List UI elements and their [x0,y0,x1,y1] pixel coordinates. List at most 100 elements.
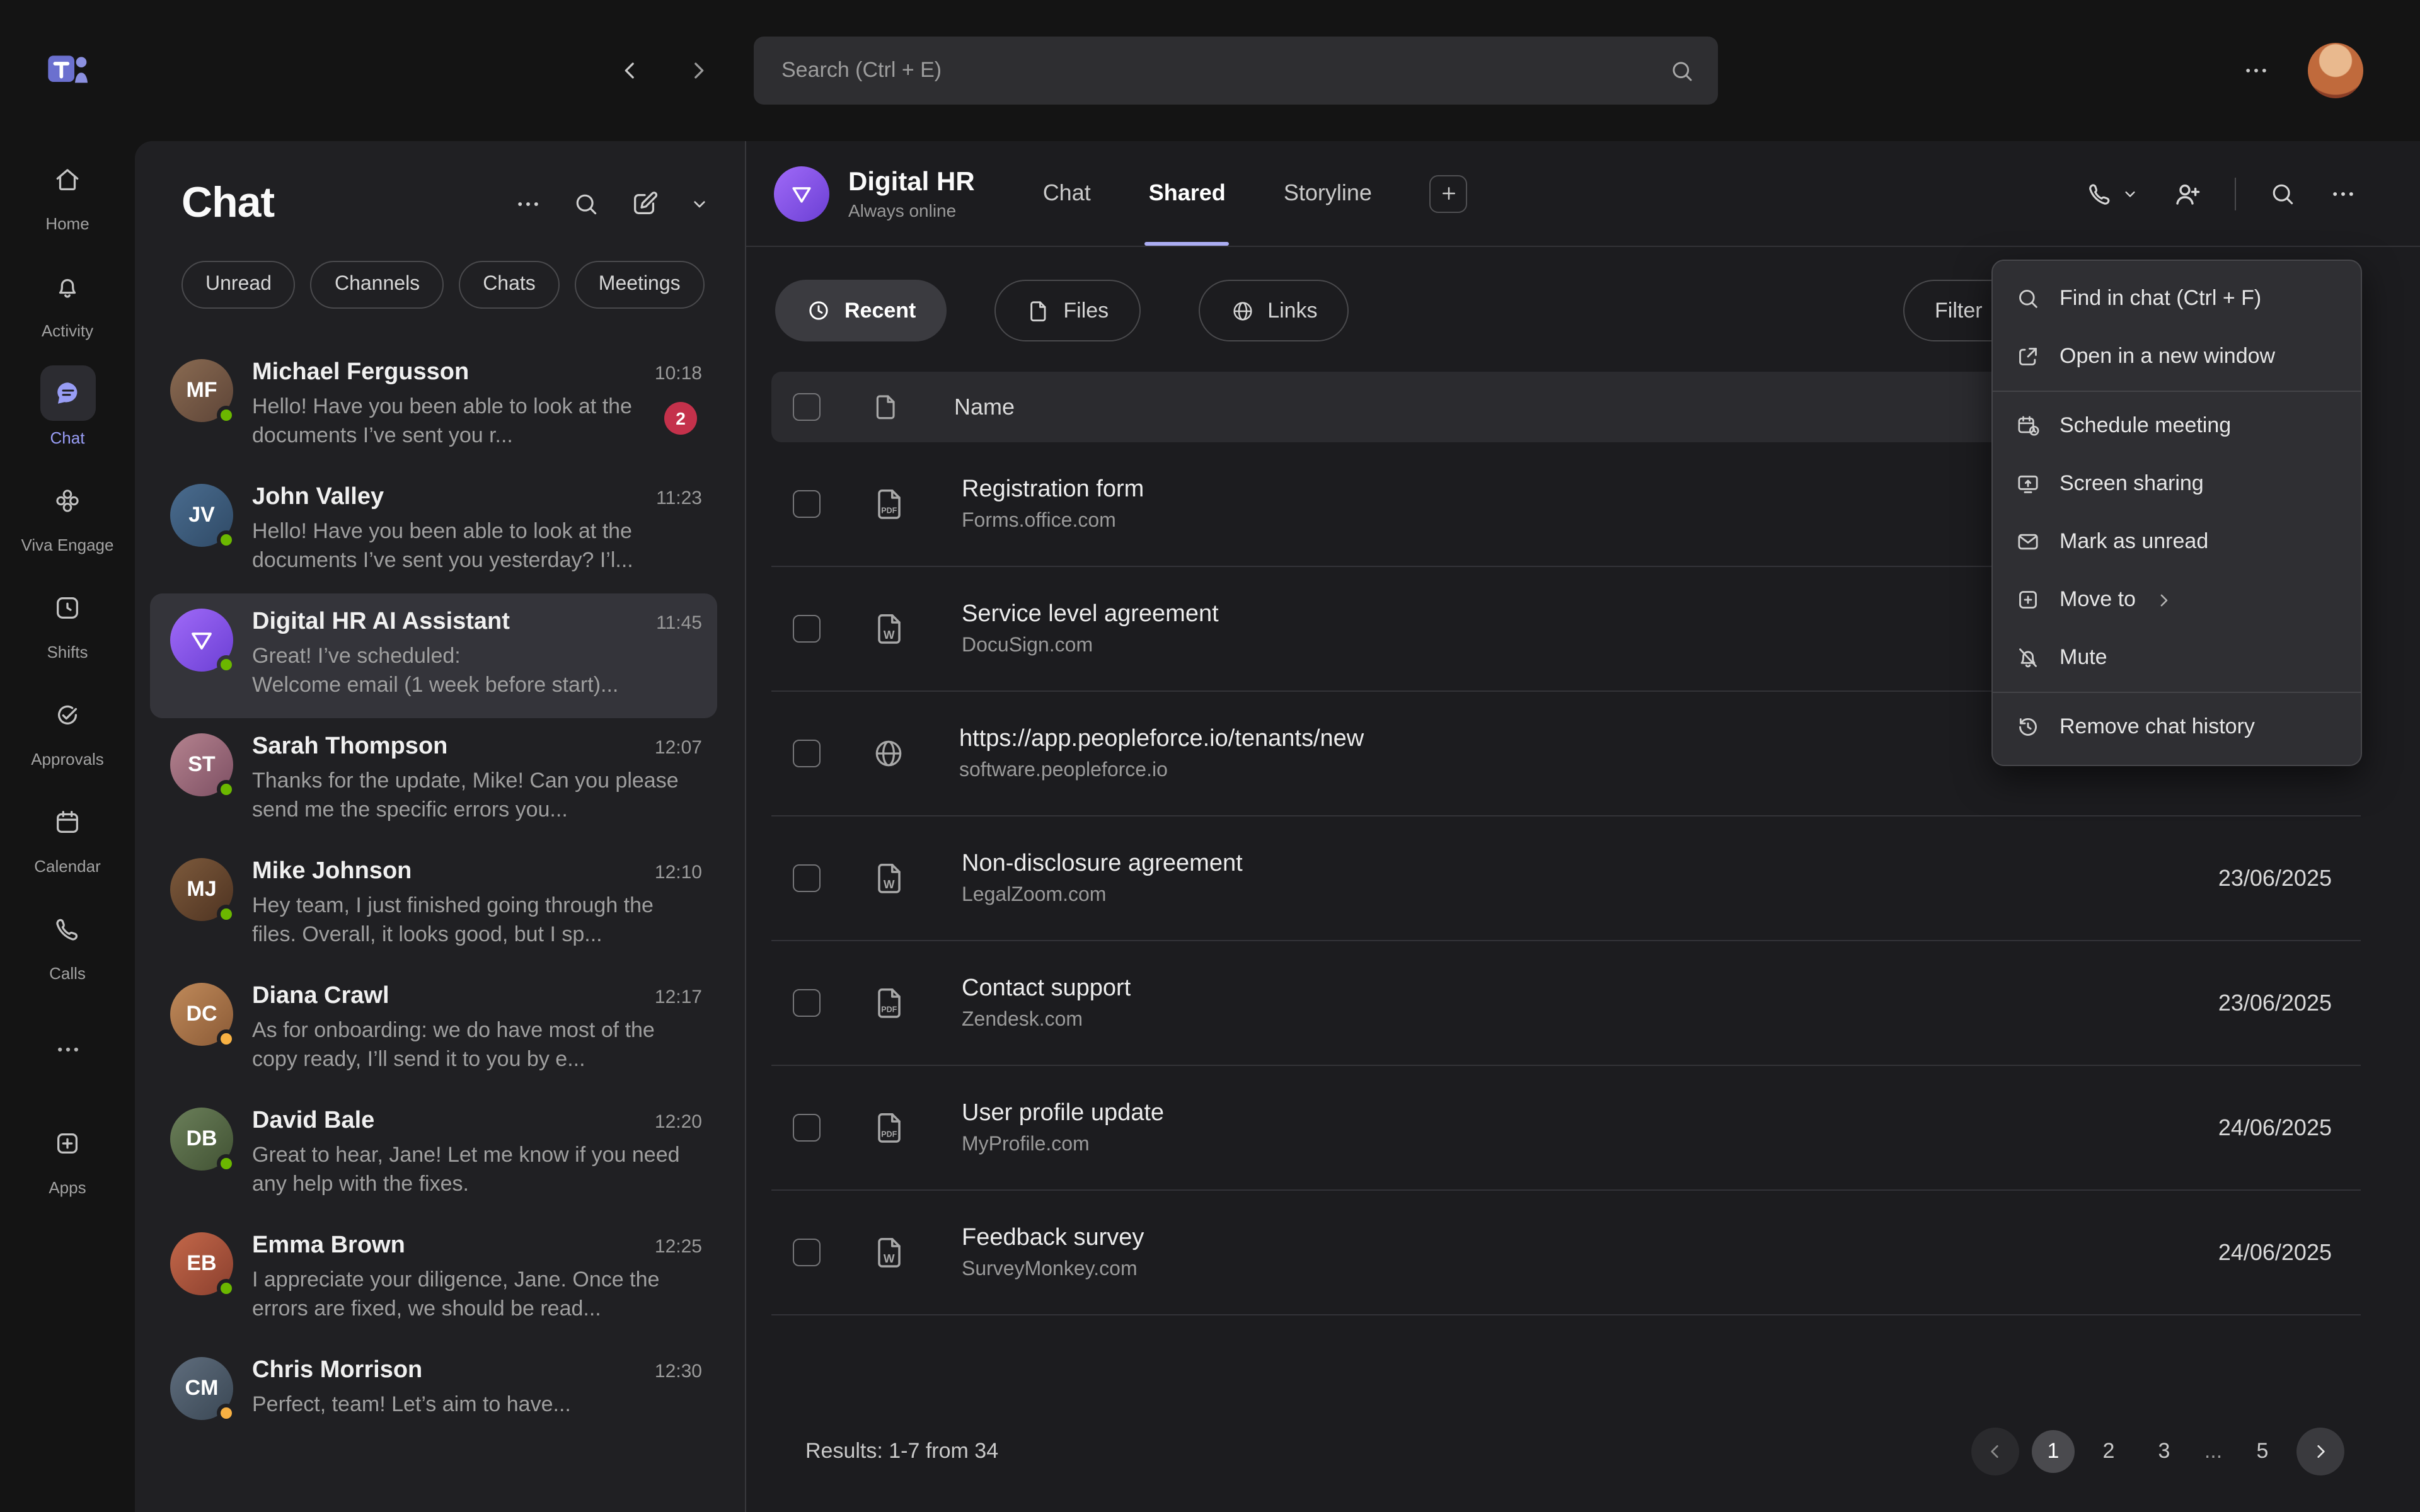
svg-text:PDF: PDF [881,1130,897,1139]
row-checkbox[interactable] [793,615,821,643]
conversation-preview: Hello! Have you been able to look at the… [252,392,702,450]
pagination-page-1[interactable]: 1 [2032,1430,2075,1473]
find-in-chat-button[interactable] [2269,180,2296,207]
table-row[interactable]: W Non-disclosure agreementLegalZoom.com … [771,816,2361,941]
filter-chip-unread[interactable]: Unread [182,261,296,309]
row-checkbox[interactable] [793,864,821,892]
tab-shared[interactable]: Shared [1149,141,1226,246]
filter-chip-channels[interactable]: Channels [311,261,444,309]
pagination-page-3[interactable]: 3 [2143,1430,2186,1473]
sidebar-item-approvals[interactable]: Approvals [0,674,135,781]
conversation-preview: Hello! Have you been able to look at the… [252,517,702,575]
menu-item-mark-as-unread[interactable]: Mark as unread [1993,513,2231,571]
filter-chip-meetings[interactable]: Meetings [575,261,705,309]
sidebar-item-label: Activity [42,321,93,340]
avatar-initials: EB [187,1251,216,1276]
chat-more-button[interactable] [514,190,542,217]
chat-search-button[interactable] [572,190,600,217]
sidebar-item-shifts[interactable]: Shifts [0,567,135,674]
conversation-item-selected[interactable]: Digital HR AI Assistant11:45 Great! I’ve… [150,593,717,718]
digital-hr-avatar[interactable] [774,166,829,221]
table-row[interactable]: PDF Contact supportZendesk.com 23/06/202… [771,941,2361,1066]
sidebar-item-viva-engage[interactable]: Viva Engage [0,460,135,567]
conversation-item[interactable]: JV John Valley11:23 Hello! Have you been… [150,469,717,593]
sidebar-item-home[interactable]: Home [0,139,135,246]
open-new-window-icon [2015,344,2041,369]
table-row[interactable]: PDF User profile updateMyProfile.com 24/… [771,1066,2361,1191]
presence-away-dot [217,1404,236,1423]
sidebar-item-calendar[interactable]: Calendar [0,781,135,888]
menu-item-label: Remove chat history [2060,714,2255,740]
row-checkbox[interactable] [793,490,821,518]
table-row[interactable]: W Feedback surveySurveyMonkey.com 24/06/… [771,1191,2361,1315]
sidebar-more-button[interactable] [0,995,135,1102]
chat-panel-title: Chat [182,179,274,228]
links-filter-button[interactable]: Links [1198,280,1349,341]
pagination-prev-button[interactable] [1971,1428,2019,1475]
tab-storyline[interactable]: Storyline [1284,141,1372,246]
file-source: DocuSign.com [962,634,2121,657]
menu-item-mute[interactable]: Mute [1993,629,2130,687]
link-source: software.peopleforce.io [959,759,2121,782]
menu-item-remove-chat-history[interactable]: Remove chat history [1993,698,2278,756]
file-name: User profile update [962,1099,1164,1126]
svg-text:W: W [884,878,895,891]
sidebar-item-activity[interactable]: Activity [0,246,135,353]
row-checkbox[interactable] [793,740,821,767]
search-icon [2269,180,2296,207]
conversation-name: David Bale [252,1108,642,1135]
clock-icon [805,297,832,324]
new-chat-dropdown-button[interactable] [689,193,710,214]
pagination-next-button[interactable] [2296,1428,2344,1475]
topbar-more-button[interactable] [2242,57,2270,84]
menu-item-schedule-meeting[interactable]: Schedule meeting [1993,397,2254,455]
sidebar-item-apps[interactable]: Apps [0,1102,135,1210]
global-search-input[interactable] [781,58,1669,83]
avatar: JV [170,484,233,547]
new-chat-button[interactable] [630,189,659,218]
conversation-item[interactable]: DB David Bale12:20 Great to hear, Jane! … [150,1092,717,1217]
conversation-item[interactable]: DC Diana Crawl12:17 As for onboarding: w… [150,968,717,1092]
select-all-checkbox[interactable] [793,393,821,421]
chip-label: Unread [205,273,272,296]
menu-item-move-to[interactable]: Move to [1993,571,2196,629]
nav-forward-button[interactable] [677,49,720,92]
conversation-more-button[interactable] [2329,180,2357,207]
sidebar-item-label: Apps [49,1178,86,1197]
conversation-item[interactable]: CM Chris Morrison12:30 Perfect, team! Le… [150,1342,717,1467]
conversation-time: 12:17 [655,987,702,1008]
conversation-time: 12:30 [655,1361,702,1382]
nav-back-button[interactable] [609,49,652,92]
svg-text:PDF: PDF [881,1005,897,1014]
more-horizontal-icon [2242,57,2270,84]
conversation-item[interactable]: MF Michael Fergusson10:18 Hello! Have yo… [150,344,717,469]
conversation-item[interactable]: EB Emma Brown12:25 I appreciate your dil… [150,1217,717,1342]
add-tab-button[interactable] [1430,175,1468,212]
menu-item-open-new-window[interactable]: Open in a new window [1993,328,2298,386]
row-checkbox[interactable] [793,1239,821,1266]
conversation-name: Michael Fergusson [252,359,642,387]
name-column-header: Name [954,394,1015,420]
row-checkbox[interactable] [793,989,821,1017]
conversation-preview: Hey team, I just finished going through … [252,891,702,949]
user-avatar[interactable] [2308,43,2363,98]
presence-online-dot [217,905,236,924]
conversation-item[interactable]: MJ Mike Johnson12:10 Hey team, I just fi… [150,843,717,968]
teams-logo[interactable] [42,0,93,139]
menu-item-screen-sharing[interactable]: Screen sharing [1993,455,2227,513]
add-people-button[interactable] [2172,178,2202,209]
filter-chip-chats[interactable]: Chats [459,261,560,309]
screen-sharing-icon [2015,471,2041,496]
files-filter-button[interactable]: Files [994,280,1140,341]
menu-item-find-in-chat[interactable]: Find in chat (Ctrl + F) [1993,270,2284,328]
recent-filter-button[interactable]: Recent [775,280,946,341]
pagination-page-2[interactable]: 2 [2087,1430,2130,1473]
tab-chat[interactable]: Chat [1043,141,1091,246]
call-button[interactable] [2086,180,2139,207]
sidebar-item-calls[interactable]: Calls [0,888,135,995]
conversation-item[interactable]: ST Sarah Thompson12:07 Thanks for the up… [150,718,717,843]
row-checkbox[interactable] [793,1114,821,1142]
pagination-ellipsis: ... [2198,1439,2228,1464]
sidebar-item-chat[interactable]: Chat [0,353,135,460]
pagination-page-5[interactable]: 5 [2241,1430,2284,1473]
